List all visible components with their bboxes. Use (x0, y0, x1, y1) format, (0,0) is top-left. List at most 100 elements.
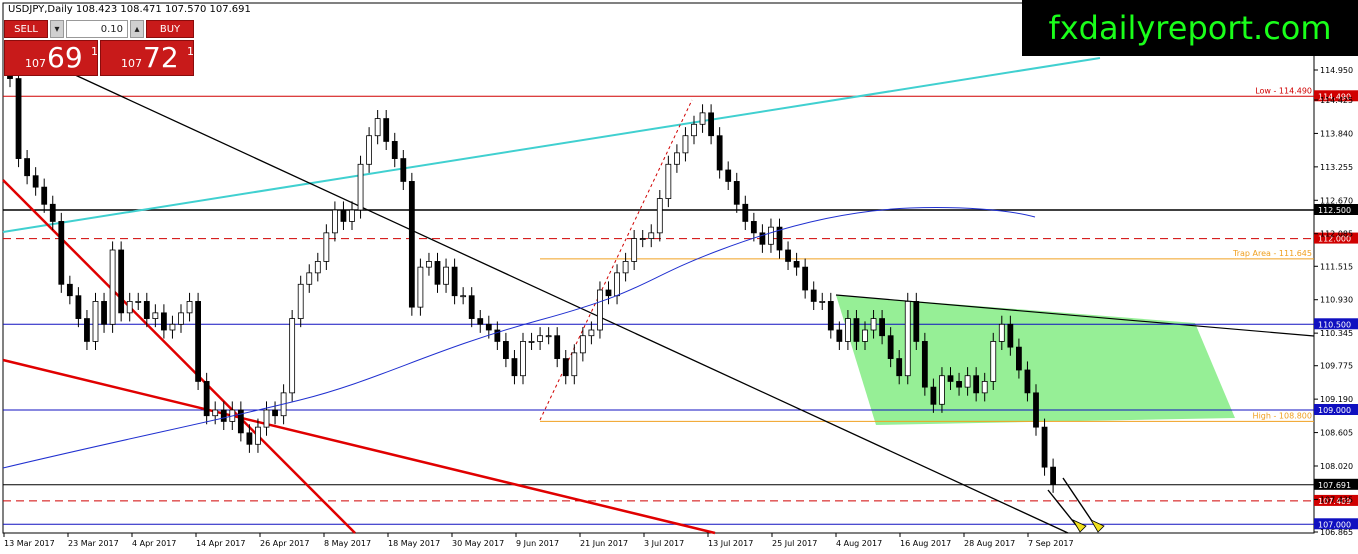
candle-body (323, 232, 330, 262)
price-chart[interactable]: Low - 114.490114.490112.500112.000Trap A… (0, 0, 1358, 554)
candle-body (614, 272, 620, 297)
price-tick-label: 110.345 (1320, 329, 1353, 338)
candle-body (84, 318, 90, 342)
candle-body (537, 335, 543, 342)
candle-body (990, 341, 997, 382)
brand-banner: fxdailyreport.com (1022, 0, 1358, 56)
candle-body (340, 209, 347, 222)
candle-body (853, 318, 860, 342)
price-tick-label: 108.605 (1320, 429, 1353, 438)
candle-body (220, 409, 227, 422)
candle-body (400, 158, 407, 182)
candle-body (682, 135, 689, 154)
candle-body (1050, 466, 1056, 485)
candle-body (366, 135, 373, 165)
buy-price-prefix: 107 (121, 57, 142, 70)
candle-body (656, 198, 663, 234)
candle-body (571, 352, 578, 377)
candle-body (101, 301, 107, 325)
candle-body (212, 409, 219, 417)
candle-body (92, 301, 99, 342)
candle-body (49, 203, 56, 222)
lot-increase-button[interactable]: ▴ (130, 20, 144, 38)
price-tick-label: 112.085 (1320, 230, 1353, 239)
sell-price-prefix: 107 (25, 57, 46, 70)
date-tick-label: 14 Apr 2017 (196, 539, 245, 548)
level-line-label: Trap Area - 111.645 (1232, 249, 1312, 258)
price-tick-label: 113.255 (1320, 163, 1353, 172)
candle-body (554, 335, 561, 359)
date-tick-label: 28 Aug 2017 (964, 539, 1015, 548)
price-tick-label: 114.950 (1320, 66, 1353, 75)
candle-body (417, 266, 424, 308)
price-tick-label: 109.775 (1320, 362, 1353, 371)
candle-body (118, 249, 125, 314)
candle-body (930, 386, 937, 405)
candle-body (391, 141, 398, 159)
buy-price-box[interactable]: 107 72 1 (100, 40, 194, 76)
candle-body (143, 301, 150, 319)
date-tick-label: 26 Apr 2017 (260, 539, 309, 548)
sell-price-sup: 1 (91, 45, 98, 58)
candle-body (622, 261, 629, 274)
candle-body (631, 238, 638, 262)
candle-body (24, 158, 31, 177)
candle-body (725, 169, 732, 182)
candle-body (998, 323, 1005, 342)
candle-body (349, 209, 355, 222)
candle-body (691, 123, 697, 137)
date-axis: 13 Mar 2017 23 Mar 2017 4 Apr 2017 14 Apr 2… (3, 533, 1074, 548)
candle-body (674, 152, 680, 165)
candle-body (502, 341, 509, 359)
candle-body (426, 261, 432, 268)
candle-body (810, 289, 817, 302)
buy-button[interactable]: BUY (146, 20, 194, 38)
sell-price-box[interactable]: 107 69 1 (4, 40, 98, 76)
date-tick-label: 3 Jul 2017 (644, 539, 684, 548)
candle-body (562, 358, 569, 377)
date-tick-label: 8 May 2017 (324, 539, 371, 548)
candle-body (768, 226, 774, 245)
date-tick-label: 9 Jun 2017 (516, 539, 559, 548)
candle-body (15, 78, 22, 159)
level-price-tag-label: 112.500 (1318, 206, 1351, 215)
date-tick-label: 4 Aug 2017 (836, 539, 882, 548)
candle-body (75, 295, 82, 319)
date-tick-label: 23 Mar 2017 (68, 539, 119, 548)
price-tick-label: 109.190 (1320, 395, 1353, 404)
candle-body (408, 181, 415, 308)
date-tick-label: 13 Mar 2017 (4, 539, 55, 548)
candle-body (827, 301, 834, 331)
candle-body (272, 409, 278, 417)
candle-body (246, 432, 253, 445)
candle-body (528, 341, 535, 343)
price-tick-label: 106.865 (1320, 528, 1353, 537)
candle-body (921, 341, 928, 388)
level-line-label: High - 108.800 (1253, 411, 1312, 420)
candle-body (306, 272, 313, 285)
candle-body (588, 329, 595, 337)
candle-body (41, 186, 48, 205)
price-axis: 114.950 114.425 113.840 113.255 112.670 112.0… (1314, 66, 1353, 537)
candle-body (135, 301, 142, 303)
lot-decrease-button[interactable]: ▾ (50, 20, 64, 38)
price-tick-label: 110.930 (1320, 296, 1353, 305)
candle-body (263, 409, 270, 428)
price-tick-label: 113.840 (1320, 129, 1353, 138)
date-tick-label: 18 May 2017 (388, 539, 440, 548)
candle-body (186, 301, 193, 314)
chart-frame (2, 2, 1315, 534)
candle-body (203, 381, 210, 417)
candle-body (733, 181, 740, 205)
candle-body (785, 249, 791, 262)
lot-size-input[interactable]: 0.10 (66, 20, 128, 38)
date-tick-label: 30 May 2017 (452, 539, 504, 548)
candle-body (477, 318, 484, 325)
candle-body (1041, 426, 1048, 468)
candle-body (152, 312, 159, 319)
candle-body (973, 375, 980, 394)
price-tick-label: 108.020 (1320, 462, 1353, 471)
candle-body (58, 221, 65, 285)
sell-button[interactable]: SELL (4, 20, 48, 38)
sell-price-main: 69 (47, 41, 83, 74)
